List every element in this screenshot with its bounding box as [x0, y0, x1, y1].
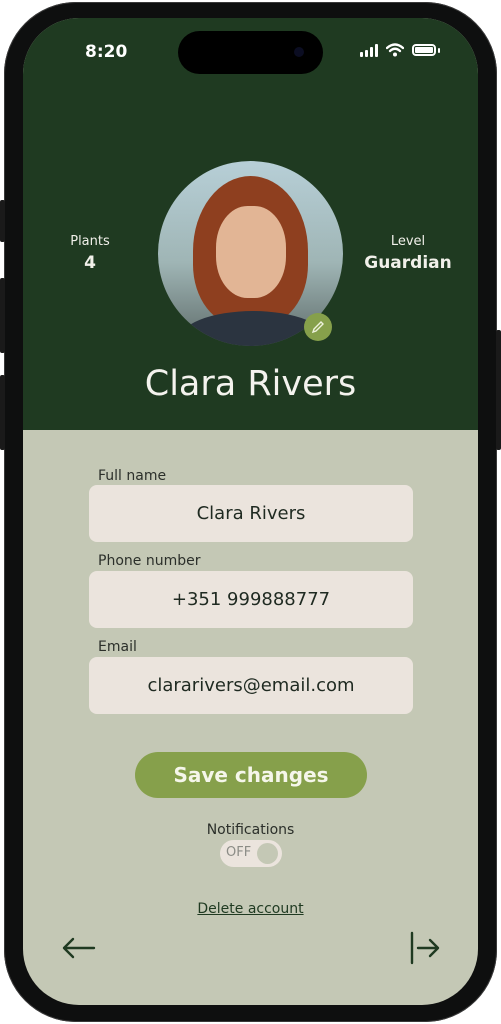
volume-down-button: [0, 375, 5, 450]
profile-name: Clara Rivers: [144, 364, 357, 404]
battery-icon: [412, 44, 436, 56]
full-name-label: Full name: [98, 468, 167, 484]
status-time: 8:20: [85, 42, 128, 62]
notifications-toggle[interactable]: OFF: [220, 840, 282, 867]
email-field[interactable]: [89, 657, 413, 714]
email-label: Email: [98, 639, 137, 655]
stat-level: Level Guardian: [358, 234, 458, 273]
delete-account-link[interactable]: Delete account: [23, 901, 478, 917]
logout-icon[interactable]: [406, 928, 446, 968]
volume-up-button: [0, 278, 5, 353]
profile-header: 8:20 Plants 4 Level Guardian Clara River…: [23, 18, 478, 430]
save-button[interactable]: Save changes: [135, 752, 367, 798]
signal-icon: [360, 43, 378, 57]
action-button: [0, 200, 5, 242]
notifications-label: Notifications: [206, 822, 295, 838]
toggle-state: OFF: [226, 845, 252, 860]
screen: 8:20 Plants 4 Level Guardian Clara River…: [23, 18, 478, 1005]
stat-level-label: Level: [390, 234, 426, 249]
wifi-icon: [386, 43, 404, 57]
stat-plants-value: 4: [84, 253, 96, 273]
phone-label: Phone number: [98, 553, 201, 569]
full-name-field[interactable]: [89, 485, 413, 542]
toggle-knob: [257, 843, 278, 864]
power-button: [496, 330, 501, 450]
dynamic-island: [178, 31, 323, 74]
arrow-left-icon[interactable]: [59, 928, 99, 968]
stat-plants: Plants 4: [61, 234, 119, 273]
stat-plants-label: Plants: [70, 234, 110, 249]
pencil-icon[interactable]: [304, 313, 332, 341]
phone-field[interactable]: [89, 571, 413, 628]
status-icons: [360, 43, 440, 57]
stat-level-value: Guardian: [364, 253, 452, 273]
